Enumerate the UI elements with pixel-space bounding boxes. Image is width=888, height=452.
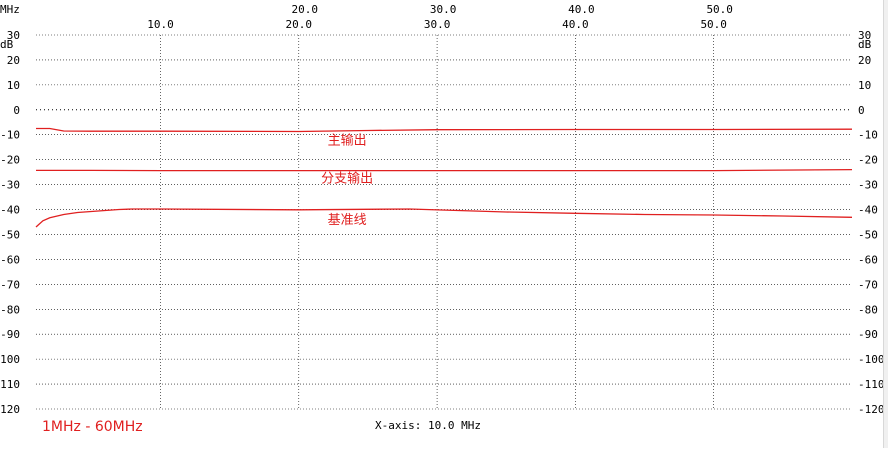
- chart-canvas: 30 3020 2010 100 0-10 -10-20 -20-30 -30-40 -40-5…: [0, 3, 885, 435]
- series-label: 基准线: [328, 213, 367, 228]
- x-tick-label: 10.0: [147, 18, 174, 31]
- y-tick-label-left: -60: [0, 253, 20, 266]
- y-tick-label-right: -110: [858, 378, 885, 391]
- y-tick-label-left: -100: [0, 353, 20, 366]
- y-tick-label-right: 0: [858, 104, 865, 117]
- x-tick-label-upper: 50.0: [706, 3, 733, 16]
- x-tick-label-upper: 20.0: [292, 3, 319, 16]
- y-tick-label-right: -30: [858, 179, 878, 192]
- y-unit-label-left: dB: [0, 38, 14, 51]
- series-label: 分支输出: [321, 171, 373, 187]
- series-label: 主输出: [328, 132, 367, 148]
- x-tick-label-upper: 30.0: [430, 3, 457, 16]
- y-tick-label-right: -20: [858, 154, 878, 167]
- y-tick-label-right: -50: [858, 228, 878, 241]
- y-tick-label-left: -120: [0, 403, 20, 416]
- y-tick-label-right: -80: [858, 303, 878, 316]
- y-tick-label-right: 20: [858, 54, 871, 67]
- series-line: [36, 168, 853, 172]
- y-tick-label-left: -80: [0, 303, 20, 316]
- y-tick-label-right: -10: [858, 129, 878, 142]
- window-edge: [883, 0, 888, 448]
- x-tick-label: 30.0: [424, 18, 451, 31]
- y-tick-label-left: -110: [0, 378, 20, 391]
- y-tick-label-right: -40: [858, 204, 878, 217]
- y-tick-label-left: -30: [0, 179, 20, 192]
- x-unit-label: MHz: [0, 3, 20, 16]
- y-tick-label-left: -50: [0, 228, 20, 241]
- y-tick-label-left: -40: [0, 204, 20, 217]
- y-tick-label-right: -70: [858, 278, 878, 291]
- series-line: [35, 208, 853, 228]
- x-tick-label: 50.0: [700, 18, 727, 31]
- frequency-response-chart: 30 30 20 20 10 10 0 0 -10 -10 -20 -20 -30 -30 -40 -40 -5…: [0, 0, 888, 448]
- x-tick-label: 40.0: [562, 18, 589, 31]
- y-tick-label-left: 20: [7, 54, 20, 67]
- y-tick-label-right: 10: [858, 79, 871, 92]
- y-tick-label-left: -70: [0, 278, 20, 291]
- y-tick-label-left: 0: [13, 104, 20, 117]
- y-tick-label-right: -100: [858, 353, 885, 366]
- x-tick-label-upper: 40.0: [568, 3, 595, 16]
- y-tick-label-left: -90: [0, 328, 20, 341]
- y-tick-label-right: -120: [858, 403, 885, 416]
- y-unit-label-right: dB: [858, 38, 872, 51]
- y-tick-label-right: -90: [858, 328, 878, 341]
- series-line: [36, 127, 853, 133]
- x-tick-label: 20.0: [286, 18, 313, 31]
- x-axis-scale-note: X-axis: 10.0 MHz: [375, 419, 481, 432]
- y-tick-label-left: 10: [7, 79, 20, 92]
- y-tick-label-right: -60: [858, 253, 878, 266]
- y-tick-label-left: -10: [0, 129, 20, 142]
- y-tick-label-left: -20: [0, 154, 20, 167]
- frequency-range-label: 1MHz - 60MHz: [42, 419, 143, 435]
